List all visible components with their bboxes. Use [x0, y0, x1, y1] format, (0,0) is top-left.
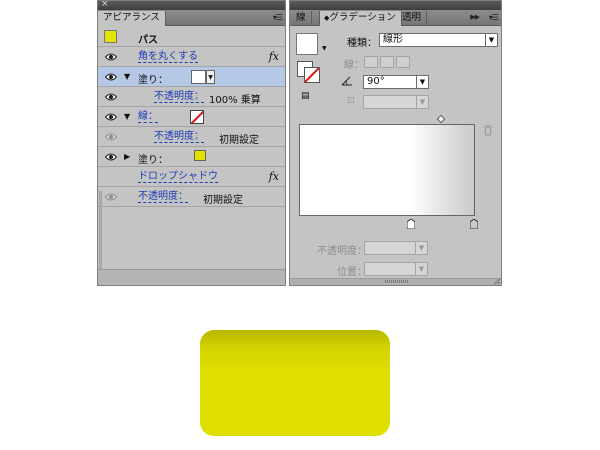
gradient-type-value: 線形	[383, 34, 403, 45]
appearance-row-fill-yellow[interactable]: ▶ 塗り：	[98, 147, 285, 167]
gradient-footer	[290, 278, 501, 285]
panel-menu-icon[interactable]: ▾☰	[489, 13, 499, 22]
tab-appearance[interactable]: アピアランス	[98, 11, 166, 26]
opacity-select[interactable]: ▼	[364, 241, 428, 255]
reverse-gradient-icon[interactable]: ▤	[301, 91, 310, 101]
panel-titlebar[interactable]	[290, 1, 501, 10]
fill-white-swatch[interactable]	[191, 70, 206, 84]
stroke-link[interactable]: 線：	[138, 111, 158, 123]
gradient-stop-gray[interactable]	[470, 219, 478, 229]
type-label: 種類：	[347, 38, 377, 49]
gradient-preview-swatch[interactable]	[296, 33, 318, 55]
stroke-opacity-link[interactable]: 不透明度：	[154, 131, 204, 143]
location-select[interactable]: ▼	[364, 262, 428, 276]
stroke-across-button[interactable]	[396, 56, 410, 68]
fx-icon[interactable]: fx	[269, 50, 279, 63]
eye-icon[interactable]	[105, 92, 117, 102]
appearance-scrollbar[interactable]	[99, 191, 102, 269]
angle-icon	[341, 76, 353, 86]
fill-label: 塗り：	[138, 75, 168, 86]
aspect-ratio-icon: ⊡	[347, 96, 355, 106]
disclosure-triangle-open-icon[interactable]: ▼	[124, 112, 130, 121]
location-label: 位置：	[337, 267, 367, 278]
chevron-down-icon: ▼	[485, 34, 497, 46]
angle-value: 90°	[367, 76, 385, 87]
drop-shadow-effect-link[interactable]: ドロップシャドウ	[138, 171, 218, 183]
tab-stroke[interactable]: 線	[291, 11, 312, 26]
resize-corner-icon[interactable]	[494, 279, 500, 284]
gradient-stop-white[interactable]	[407, 219, 415, 229]
gradient-midpoint-diamond[interactable]	[436, 114, 446, 124]
panel-titlebar[interactable]: ×	[98, 1, 285, 10]
disclosure-triangle-closed-icon[interactable]: ▶	[124, 152, 130, 161]
stroke-square[interactable]	[304, 67, 320, 83]
round-corners-effect-link[interactable]: 角を丸くする	[138, 51, 198, 63]
chevron-down-icon: ▼	[415, 263, 427, 275]
appearance-row-fill-opacity[interactable]: 不透明度： 100% 乗算	[98, 87, 285, 107]
fill-label: 塗り：	[138, 155, 168, 166]
gradient-tab-row: 線 ◆グラデーション 透明 ▶▶ ▾☰	[290, 10, 501, 26]
eye-icon[interactable]	[105, 192, 117, 202]
appearance-row-drop-shadow[interactable]: ドロップシャドウ fx	[98, 167, 285, 187]
gradient-type-select[interactable]: 線形 ▼	[379, 33, 498, 47]
gradient-swatch-dropdown-icon[interactable]: ▼	[322, 45, 327, 52]
stroke-opacity-value: 初期設定	[219, 135, 259, 146]
appearance-row-stroke[interactable]: ▼ 線：	[98, 107, 285, 127]
stroke-along-button[interactable]	[380, 56, 394, 68]
tab-gradient[interactable]: ◆グラデーション	[319, 11, 402, 26]
path-color-swatch	[104, 30, 117, 43]
resize-grip[interactable]	[385, 280, 409, 283]
panel-menu-icon[interactable]: ▾☰	[273, 13, 283, 22]
fx-icon[interactable]: fx	[269, 170, 279, 183]
object-opacity-link[interactable]: 不透明度：	[138, 191, 188, 203]
eye-icon[interactable]	[105, 72, 117, 82]
tab-gradient-label: グラデーション	[329, 12, 396, 23]
close-icon[interactable]: ×	[101, 1, 109, 10]
stroke-type-label: 線：	[344, 60, 364, 71]
angle-select[interactable]: 90° ▼	[363, 75, 429, 89]
chevron-down-icon: ▼	[416, 96, 428, 108]
fill-opacity-link[interactable]: 不透明度：	[154, 91, 204, 103]
rounded-rectangle-shape[interactable]	[200, 330, 390, 436]
appearance-tab-row: アピアランス ▾☰	[98, 10, 285, 26]
appearance-row-stroke-opacity[interactable]: 不透明度： 初期設定	[98, 127, 285, 147]
appearance-row-fill-white[interactable]: ▼ 塗り： ▼	[98, 67, 285, 87]
appearance-row-path[interactable]: パス	[98, 27, 285, 47]
gradient-panel: 線 ◆グラデーション 透明 ▶▶ ▾☰ ▼ 種類： 線形 ▼ ▤ 線： 90° …	[289, 0, 502, 286]
tab-transparency[interactable]: 透明	[397, 11, 428, 26]
eye-icon[interactable]	[105, 112, 117, 122]
opacity-label: 不透明度：	[317, 246, 367, 257]
stroke-within-button[interactable]	[364, 56, 378, 68]
appearance-row-round-corners[interactable]: 角を丸くする fx	[98, 47, 285, 67]
path-label: パス	[138, 35, 158, 46]
chevron-down-icon: ▼	[415, 242, 427, 254]
gradient-ramp[interactable]	[299, 124, 475, 216]
panel-expand-icon[interactable]: ▶▶	[470, 13, 480, 21]
fill-opacity-value: 100% 乗算	[209, 95, 261, 106]
appearance-row-object-opacity[interactable]: 不透明度： 初期設定	[98, 187, 285, 207]
none-slash-icon	[305, 68, 319, 82]
stroke-none-swatch[interactable]	[190, 110, 204, 124]
disclosure-triangle-open-icon[interactable]: ▼	[124, 72, 130, 81]
chevron-down-icon: ▼	[416, 76, 428, 88]
appearance-panel: × アピアランス ▾☰ パス 角を丸くする fx ▼ 塗り： ▼ 不透明度： 1…	[97, 0, 286, 286]
appearance-footer	[98, 269, 285, 285]
eye-icon[interactable]	[105, 152, 117, 162]
aspect-ratio-select[interactable]: ▼	[363, 95, 429, 109]
eye-icon[interactable]	[105, 132, 117, 142]
eye-icon[interactable]	[105, 52, 117, 62]
fill-yellow-swatch[interactable]	[194, 150, 206, 161]
object-opacity-value: 初期設定	[203, 195, 243, 206]
appearance-list: パス 角を丸くする fx ▼ 塗り： ▼ 不透明度： 100% 乗算 ▼ 線：	[98, 27, 285, 207]
trash-icon[interactable]	[483, 125, 493, 136]
fill-dropdown-icon[interactable]: ▼	[206, 70, 215, 84]
